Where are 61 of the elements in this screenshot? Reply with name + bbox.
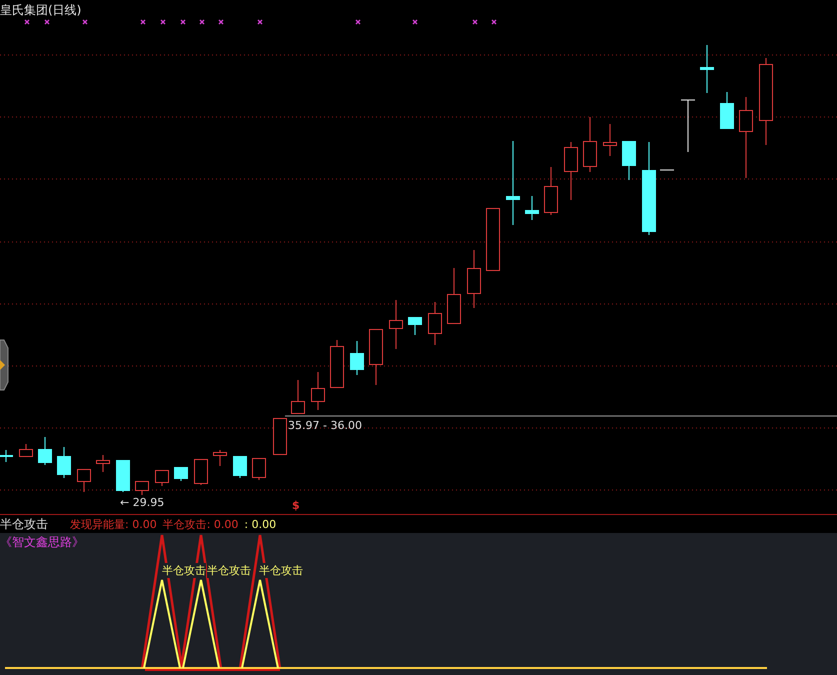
candlestick	[96, 454, 110, 472]
candlestick	[583, 116, 597, 172]
panel-handle-icon[interactable]	[0, 340, 8, 390]
candlestick	[155, 470, 169, 486]
indicator-name: 半仓攻击	[0, 516, 48, 532]
candlestick	[447, 268, 461, 324]
candlestick	[369, 328, 383, 386]
candlestick	[622, 140, 636, 180]
cross-marker-icon	[199, 19, 205, 25]
signal-label: 半仓攻击	[162, 563, 206, 578]
candlestick	[311, 372, 325, 410]
cross-marker-icon	[412, 19, 418, 25]
cross-marker-icon	[140, 19, 146, 25]
candlestick	[544, 166, 558, 216]
candlestick	[350, 340, 364, 376]
candlestick	[700, 44, 714, 94]
candlestick	[525, 196, 539, 220]
cross-marker-icon	[472, 19, 478, 25]
cross-marker-icon	[44, 19, 50, 25]
cross-marker-icon	[24, 19, 30, 25]
candlestick	[213, 450, 227, 466]
indicator-subtitle: 《智文鑫思路》	[0, 534, 84, 551]
cross-marker-icon	[160, 19, 166, 25]
candlestick	[77, 468, 91, 492]
candlestick	[116, 460, 130, 492]
cross-marker-icon	[180, 19, 186, 25]
candlestick	[38, 436, 52, 466]
candlestick	[389, 300, 403, 350]
low-price-label: ← 29.95	[120, 496, 164, 509]
candlestick	[194, 458, 208, 486]
candlestick	[19, 444, 33, 457]
cross-marker-icon	[257, 19, 263, 25]
candlestick	[428, 302, 442, 346]
candlestick	[135, 480, 149, 496]
cross-marker-icon	[82, 19, 88, 25]
candlestick	[720, 92, 734, 130]
cross-marker-icon	[491, 19, 497, 25]
signal-label: 半仓攻击	[259, 563, 303, 578]
candlestick	[0, 450, 13, 462]
candlestick	[408, 316, 422, 336]
candlestick	[273, 418, 287, 455]
cross-marker-icon	[355, 19, 361, 25]
indicator-value: : 0.00	[244, 518, 276, 530]
signal-label: 半仓攻击	[207, 563, 251, 578]
candlestick	[486, 208, 500, 271]
indicator-value: 半仓攻击: 0.00	[162, 516, 238, 532]
candlestick	[252, 458, 266, 480]
candlestick	[330, 340, 344, 388]
indicator-value: 发现异能量: 0.00	[70, 516, 157, 532]
candlestick	[564, 142, 578, 200]
cross-marker-icon	[218, 19, 224, 25]
candlestick	[467, 250, 481, 308]
candlestick	[174, 466, 188, 482]
signal-mark: $	[292, 499, 300, 512]
candlestick	[291, 380, 305, 414]
chart-title: 皇氏集团(日线)	[0, 2, 82, 19]
candlestick	[603, 124, 617, 156]
candlestick	[233, 456, 247, 478]
candlestick	[57, 446, 71, 478]
candlestick	[680, 100, 696, 152]
price-range-label: 35.97 - 36.00	[288, 419, 362, 432]
